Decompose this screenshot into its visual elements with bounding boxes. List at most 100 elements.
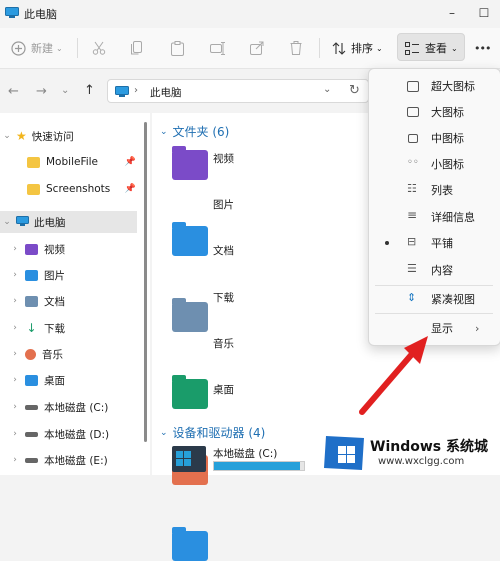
chevron-down-icon: ⌄ <box>160 427 168 438</box>
computer-icon <box>115 86 129 100</box>
folders-section-header[interactable]: ⌄ 文件夹 (6) <box>160 123 229 140</box>
forward-arrow-icon[interactable]: → <box>36 84 47 99</box>
desktop-folder-icon[interactable] <box>172 527 208 561</box>
nav-pinned-mobilefile[interactable]: MobileFile 📌 <box>0 151 140 173</box>
refresh-icon[interactable]: ↻ <box>349 83 360 98</box>
menu-label: 中图标 <box>431 132 464 145</box>
menu-item-compact-view[interactable]: ⇕ 紧凑视图 <box>369 286 498 312</box>
more-button[interactable]: ••• <box>474 37 491 59</box>
menu-item-details[interactable]: ≡ 详细信息 <box>369 204 498 230</box>
nav-item-documents[interactable]: › 文档 <box>0 290 140 312</box>
video-folder-icon <box>25 243 38 255</box>
download-arrow-icon: ↓ <box>26 321 37 335</box>
nav-label: 文档 <box>44 295 65 308</box>
menu-item-content[interactable]: ☰ 内容 <box>369 257 498 283</box>
drive-usage-bar <box>213 461 305 471</box>
nav-item-videos[interactable]: › 视频 <box>0 238 140 260</box>
up-arrow-icon[interactable]: ↑ <box>84 83 95 98</box>
menu-item-small-icons[interactable]: ◦◦ 小图标 <box>369 151 498 177</box>
section-title: 设备和驱动器 (4) <box>172 426 266 440</box>
extra-large-icons-icon <box>407 81 419 92</box>
menu-item-medium-icons[interactable]: 中图标 <box>369 125 498 151</box>
chevron-right-icon: › <box>13 429 17 439</box>
menu-label: 紧凑视图 <box>431 293 475 306</box>
folder-icon <box>27 183 40 195</box>
folder-label[interactable]: 文档 <box>213 243 234 258</box>
nav-quick-access[interactable]: ⌄ ★ 快速访问 <box>0 125 140 147</box>
documents-folder-icon[interactable] <box>172 298 208 332</box>
nav-this-pc[interactable]: ⌄ 此电脑 <box>0 211 137 233</box>
section-title: 文件夹 (6) <box>172 125 230 139</box>
back-arrow-icon[interactable]: ← <box>8 84 19 99</box>
paste-button[interactable] <box>171 37 184 59</box>
computer-icon <box>5 7 19 18</box>
large-icons-icon <box>407 107 419 117</box>
pin-icon: 📌 <box>124 157 136 167</box>
nav-pinned-screenshots[interactable]: Screenshots 📌 <box>0 178 140 200</box>
nav-item-pictures[interactable]: › 图片 <box>0 264 140 286</box>
sort-button[interactable]: 排序 ⌄ <box>332 37 383 59</box>
tiles-icon: ⊟ <box>407 235 417 248</box>
chevron-right-icon: › <box>13 323 17 333</box>
chevron-right-icon: › <box>13 296 17 306</box>
copy-button[interactable] <box>131 37 143 59</box>
minimize-button[interactable]: – <box>432 0 472 26</box>
share-icon <box>250 41 264 55</box>
nav-item-drive-c[interactable]: › 本地磁盘 (C:) <box>0 396 140 418</box>
cut-button[interactable] <box>92 37 106 59</box>
content-view-icon: ☰ <box>407 262 417 275</box>
nav-label: 桌面 <box>44 374 65 387</box>
chevron-down-icon: ⌄ <box>56 43 63 53</box>
watermark-brand: Windows 系统城 <box>370 439 488 455</box>
new-button[interactable]: 新建 ⌄ <box>11 37 63 59</box>
chevron-right-icon: › <box>13 349 17 359</box>
nav-item-drive-d[interactable]: › 本地磁盘 (D:) <box>0 423 140 445</box>
new-label: 新建 <box>31 42 53 55</box>
sort-icon <box>332 41 346 55</box>
delete-button[interactable] <box>290 37 302 59</box>
nav-item-music[interactable]: › 音乐 <box>0 343 140 365</box>
folder-label[interactable]: 图片 <box>213 197 234 212</box>
copy-icon <box>131 41 143 55</box>
recent-chevron-icon[interactable]: ⌄ <box>61 85 69 96</box>
menu-item-large-icons[interactable]: 大图标 <box>369 99 498 125</box>
address-dropdown-icon[interactable]: ⌄ <box>323 84 331 95</box>
nav-label: 图片 <box>44 269 65 282</box>
folder-label[interactable]: 视频 <box>213 151 234 166</box>
menu-label: 详细信息 <box>431 211 475 224</box>
window-title: 此电脑 <box>24 8 57 21</box>
pictures-folder-icon[interactable] <box>172 222 208 256</box>
rename-icon <box>210 41 225 55</box>
menu-item-tiles[interactable]: ⊟ 平铺 <box>369 230 498 256</box>
downloads-folder-icon[interactable] <box>172 375 208 409</box>
nav-item-drive-e[interactable]: › 本地磁盘 (E:) <box>0 449 140 471</box>
chevron-right-icon: › <box>475 321 480 335</box>
nav-item-downloads[interactable]: › ↓ 下载 <box>0 317 140 339</box>
chevron-right-icon: › <box>13 375 17 385</box>
video-folder-icon[interactable] <box>172 146 208 180</box>
folder-label[interactable]: 音乐 <box>213 336 234 351</box>
menu-item-list[interactable]: ☷ 列表 <box>369 177 498 203</box>
nav-scrollbar[interactable] <box>144 122 147 442</box>
drive-icon <box>25 404 38 410</box>
folder-icon <box>27 156 40 168</box>
menu-item-extra-large-icons[interactable]: 超大图标 <box>369 73 498 99</box>
folder-label[interactable]: 桌面 <box>213 382 234 397</box>
nav-item-desktop[interactable]: › 桌面 <box>0 369 140 391</box>
rename-button[interactable] <box>210 37 225 59</box>
view-button-content[interactable]: 查看 ⌄ <box>405 37 458 59</box>
red-pointer-arrow <box>352 330 442 420</box>
watermark: Windows 系统城 www.wxclgg.com <box>318 428 500 475</box>
plus-circle-icon <box>11 40 26 56</box>
folder-label[interactable]: 下载 <box>213 290 234 305</box>
maximize-button[interactable]: ☐ <box>468 0 500 26</box>
chevron-down-icon: ⌄ <box>451 43 458 53</box>
chevron-right-icon: › <box>13 402 17 412</box>
view-label: 查看 <box>425 42 447 55</box>
windows-drive-icon[interactable] <box>172 446 206 472</box>
breadcrumb-location[interactable]: 此电脑 <box>150 85 182 100</box>
pictures-folder-icon <box>25 269 38 281</box>
drives-section-header[interactable]: ⌄ 设备和驱动器 (4) <box>160 424 265 441</box>
drive-label[interactable]: 本地磁盘 (C:) <box>213 446 277 461</box>
share-button[interactable] <box>250 37 264 59</box>
